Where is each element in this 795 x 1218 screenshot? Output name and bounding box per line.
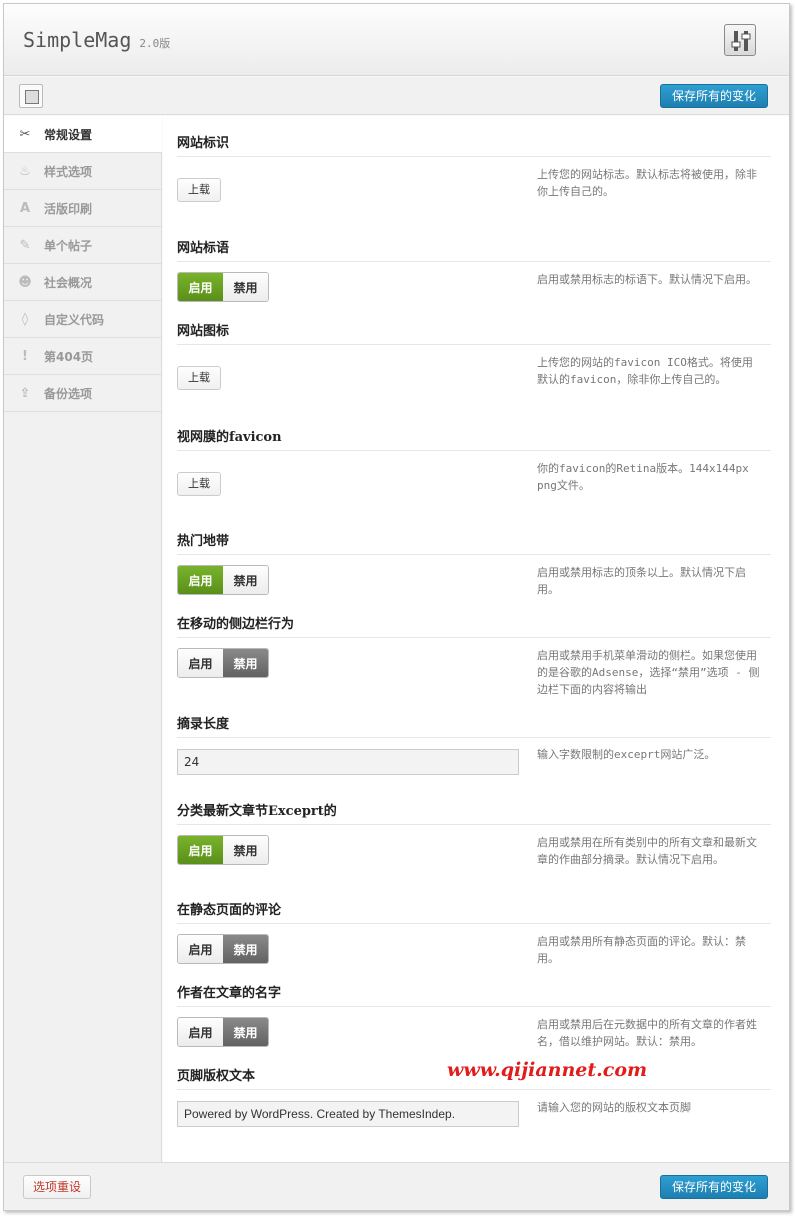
panel-footer: 选项重设 保存所有的变化	[4, 1162, 789, 1210]
reset-options-button[interactable]: 选项重设	[23, 1175, 92, 1199]
mobile-sidebar-toggle: 启用 禁用	[177, 648, 269, 678]
divider	[177, 737, 771, 738]
theme-name: SimpleMag	[23, 28, 132, 52]
author-name-enable-option[interactable]: 启用	[178, 1018, 223, 1046]
section-title: 摘录长度	[177, 717, 230, 732]
logo-upload-button[interactable]: 上载	[177, 178, 221, 202]
divider	[177, 1089, 771, 1090]
theme-brand: SimpleMag 2.0版	[23, 28, 170, 52]
section-title: 网站标语	[177, 241, 230, 256]
tools-icon: ✂	[19, 126, 31, 142]
sidebar-item-label: 活版印刷	[44, 201, 93, 216]
excerpt-length-input[interactable]: 24	[177, 749, 519, 775]
sidebar-item-label: 单个帖子	[44, 238, 93, 253]
section-title: 作者在文章的名字	[177, 986, 282, 1001]
section-description: 请输入您的网站的版权文本页脚	[537, 1101, 691, 1114]
tagline-toggle: 启用 禁用	[177, 272, 269, 302]
divider	[177, 923, 771, 924]
page-comments-disable-option[interactable]: 禁用	[223, 935, 268, 963]
section-description: 启用或禁用在所有类别中的所有文章和最新文章的作曲部分摘录。默认情况下启用。	[537, 836, 757, 866]
warning-icon: !	[22, 348, 28, 364]
section-title: 网站图标	[177, 324, 230, 339]
sidebar-item-label: 常规设置	[44, 127, 93, 142]
sidebar-item-label: 自定义代码	[44, 312, 105, 327]
backup-icon: ⇪	[19, 385, 31, 401]
sidebar-item-typography[interactable]: A 活版印刷	[4, 190, 161, 227]
page-comments-toggle: 启用 禁用	[177, 934, 269, 964]
sidebar-item-social[interactable]: ☻ 社会概况	[4, 264, 161, 301]
section-title: 热门地带	[177, 534, 230, 549]
tagline-disable-option[interactable]: 禁用	[223, 273, 268, 301]
hot-topics-toggle: 启用 禁用	[177, 565, 269, 595]
sidebar-item-label: 第404页	[44, 349, 94, 364]
divider	[177, 261, 771, 262]
sidebar-item-label: 备份选项	[44, 386, 93, 401]
section-description: 启用或禁用手机菜单滑动的侧栏。如果您使用的是谷歌的Adsense，选择“禁用”选…	[537, 649, 760, 696]
mobile-sidebar-disable-option[interactable]: 禁用	[223, 649, 268, 677]
sidebar-item-style[interactable]: ♨ 样式选项	[4, 153, 161, 190]
section-description: 启用或禁用标志的标语下。默认情况下启用。	[537, 273, 757, 286]
author-name-disable-option[interactable]: 禁用	[223, 1018, 268, 1046]
hot-topics-disable-option[interactable]: 禁用	[223, 566, 268, 594]
divider	[177, 554, 771, 555]
section-description: 启用或禁用后在元数据中的所有文章的作者姓名，借以维护网站。默认：禁用。	[537, 1018, 757, 1048]
copyright-text-input[interactable]: Powered by WordPress. Created by ThemesI…	[177, 1101, 519, 1127]
sidebar: ✂ 常规设置 ♨ 样式选项 A 活版印刷 ✎ 单个帖子 ☻ 社会概况 ◊ 自定义…	[4, 116, 162, 1162]
section-title: 在静态页面的评论	[177, 903, 282, 918]
layout-icon[interactable]	[19, 84, 43, 108]
section-title: 页脚版权文本	[177, 1069, 256, 1084]
tagline-enable-option[interactable]: 启用	[178, 273, 223, 301]
section-description: 上传您的网站标志。默认标志将被使用，除非你上传自己的。	[537, 168, 757, 198]
divider	[177, 156, 771, 157]
top-toolbar: 保存所有的变化	[4, 77, 789, 115]
pin-icon: ✎	[19, 237, 31, 253]
save-all-button-bottom[interactable]: 保存所有的变化	[660, 1175, 769, 1199]
sidebar-item-general[interactable]: ✂ 常规设置	[4, 116, 162, 153]
section-title: 分类最新文章节Exceprt的	[177, 804, 337, 819]
sidebar-item-backup[interactable]: ⇪ 备份选项	[4, 375, 161, 412]
code-icon: ◊	[21, 311, 29, 327]
favicon-upload-button[interactable]: 上载	[177, 366, 221, 390]
sidebar-item-label: 社会概况	[44, 275, 93, 290]
section-description: 输入字数限制的exceprt网站广泛。	[537, 748, 716, 761]
sidebar-item-404[interactable]: ! 第404页	[4, 338, 161, 375]
divider	[177, 450, 771, 451]
sidebar-item-single-post[interactable]: ✎ 单个帖子	[4, 227, 161, 264]
category-excerpt-disable-option[interactable]: 禁用	[223, 836, 268, 864]
watermark-text: www.qijiannet.com	[447, 1059, 648, 1081]
retina-favicon-upload-button[interactable]: 上载	[177, 472, 221, 496]
category-excerpt-toggle: 启用 禁用	[177, 835, 269, 865]
hot-topics-enable-option[interactable]: 启用	[178, 566, 223, 594]
paint-icon: ♨	[19, 163, 31, 179]
divider	[177, 637, 771, 638]
options-panel: SimpleMag 2.0版 保存所有的变化 ✂ 常规设置 ♨ 样式选项 A 活版…	[3, 3, 790, 1211]
sliders-icon[interactable]	[724, 24, 756, 56]
section-title: 在移动的侧边栏行为	[177, 617, 295, 632]
category-excerpt-enable-option[interactable]: 启用	[178, 836, 223, 864]
typography-icon: A	[19, 200, 31, 216]
theme-version: 2.0版	[139, 37, 171, 50]
social-icon: ☻	[18, 274, 32, 290]
divider	[177, 1006, 771, 1007]
save-all-button-top[interactable]: 保存所有的变化	[660, 84, 769, 108]
section-description: 启用或禁用所有静态页面的评论。默认：禁用。	[537, 935, 746, 965]
section-title: 网站标识	[177, 136, 230, 151]
author-name-toggle: 启用 禁用	[177, 1017, 269, 1047]
section-title: 视网膜的favicon	[177, 430, 282, 445]
section-description: 你的favicon的Retina版本。144x144px png文件。	[537, 462, 749, 492]
settings-content: 网站标识 上载 上传您的网站标志。默认标志将被使用，除非你上传自己的。 网站标语…	[163, 116, 789, 1162]
mobile-sidebar-enable-option[interactable]: 启用	[178, 649, 223, 677]
divider	[177, 344, 771, 345]
section-description: 上传您的网站的favicon ICO格式。将使用默认的favicon，除非你上传…	[537, 356, 753, 386]
section-description: 启用或禁用标志的顶条以上。默认情况下启用。	[537, 566, 746, 596]
divider	[177, 824, 771, 825]
panel-header: SimpleMag 2.0版	[4, 4, 789, 76]
sidebar-item-custom-code[interactable]: ◊ 自定义代码	[4, 301, 161, 338]
page-comments-enable-option[interactable]: 启用	[178, 935, 223, 963]
sidebar-item-label: 样式选项	[44, 164, 93, 179]
